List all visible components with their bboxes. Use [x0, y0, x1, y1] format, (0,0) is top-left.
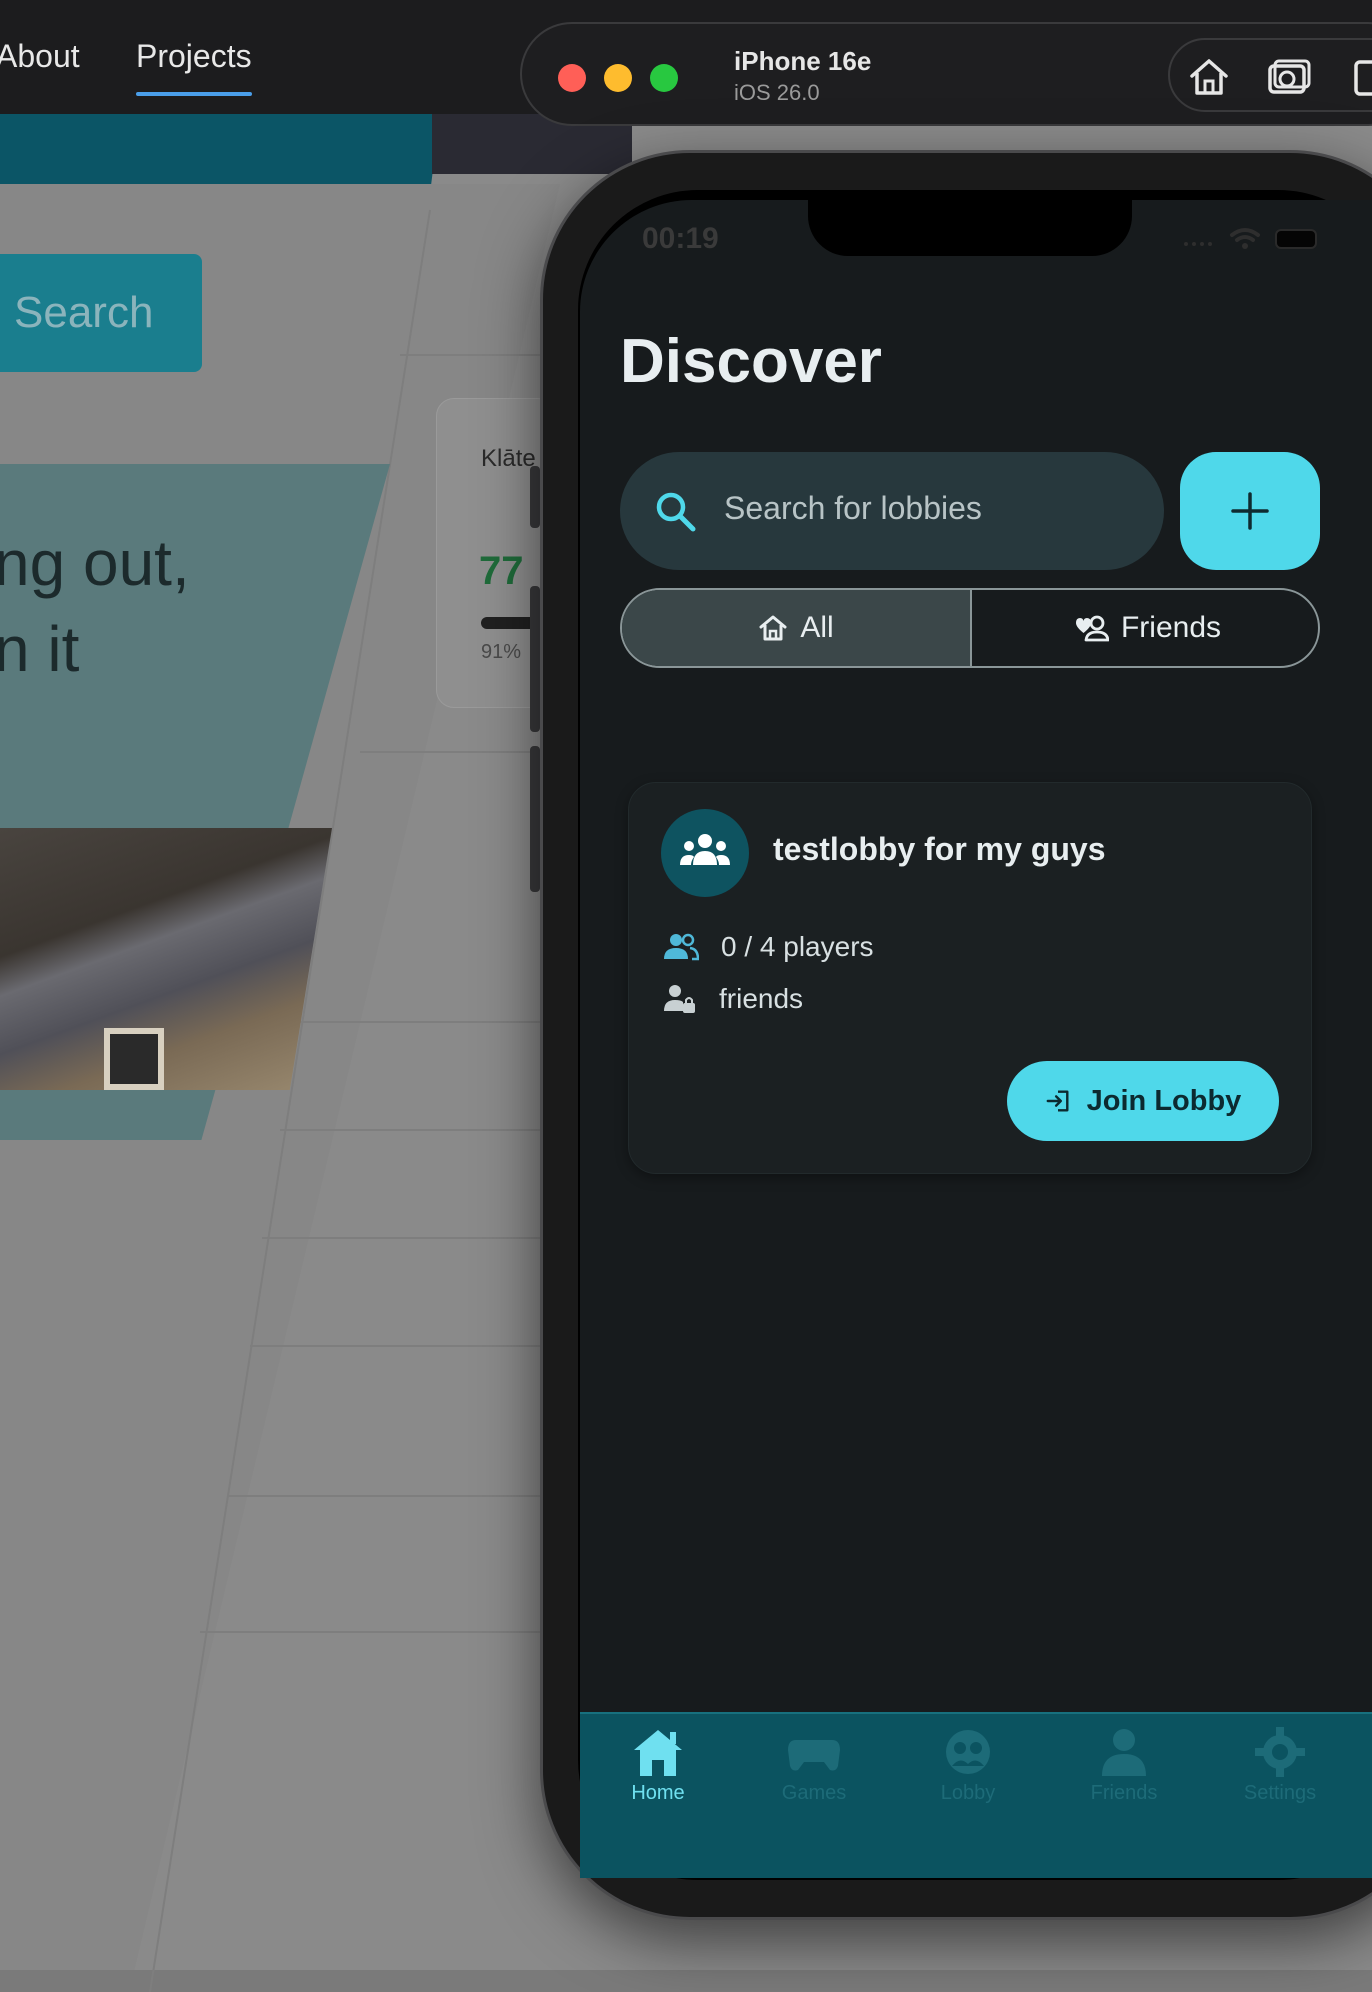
phone-volume-up-button — [530, 586, 540, 732]
wifi-icon — [1230, 228, 1260, 242]
gear-icon — [1255, 1727, 1305, 1777]
lobby-privacy-row: friends — [663, 983, 803, 1015]
tab-home[interactable]: Home — [588, 1726, 728, 1805]
lobby-name: testlobby for my guys — [773, 831, 1106, 867]
gamepad-icon — [788, 1740, 840, 1771]
simulator-tool-group — [1168, 38, 1372, 112]
people-icon — [664, 933, 699, 961]
plus-icon — [1231, 492, 1269, 530]
filter-friends-label: Friends — [1120, 611, 1222, 644]
group-icon — [680, 834, 730, 865]
person-icon — [1102, 1729, 1146, 1776]
window-zoom-button[interactable] — [650, 64, 678, 92]
simulator-toolbar: iPhone 16e iOS 26.0 — [520, 22, 1372, 126]
lobby-privacy: friends — [719, 983, 804, 1014]
status-bar-time: 00:19 — [642, 222, 719, 255]
screenshot-icon[interactable] — [1266, 54, 1312, 100]
add-lobby-button[interactable] — [1180, 452, 1320, 570]
background-house-photo — [0, 828, 332, 1090]
nav-link-about: About — [0, 38, 80, 74]
rotate-icon[interactable] — [1346, 54, 1372, 100]
tab-friends-label: Friends — [1090, 1782, 1158, 1804]
phone-side-button — [530, 466, 540, 528]
tab-settings-label: Settings — [1243, 1782, 1317, 1804]
nav-active-underline — [136, 92, 252, 96]
person-lock-icon — [664, 985, 695, 1013]
login-icon — [1046, 1090, 1069, 1112]
lobby-player-count: 0 / 4 players — [721, 931, 874, 962]
lobby-filter-segmented: All Friends — [620, 588, 1320, 668]
background-search-button: Search — [0, 254, 202, 372]
tab-games-label: Games — [781, 1782, 847, 1804]
stat-card-value: 77 — [479, 549, 524, 593]
lobby-card[interactable]: testlobby for my guys 0 / 4 players frie… — [628, 782, 1312, 1174]
stat-card-label: Klāte — [481, 445, 536, 472]
lobby-player-count-row: 0 / 4 players — [663, 931, 874, 963]
status-icons — [1184, 228, 1317, 249]
phone-volume-down-button — [530, 746, 540, 892]
battery-icon — [1275, 229, 1317, 249]
stat-card-percent: 91% — [481, 641, 522, 663]
tab-lobby-label: Lobby — [940, 1782, 996, 1804]
search-icon — [656, 492, 696, 532]
simulator-device-name: iPhone 16e — [734, 46, 872, 76]
filter-friends-segment[interactable]: Friends — [972, 590, 1318, 666]
home-outline-icon — [759, 615, 787, 641]
house-window — [104, 1028, 164, 1090]
hero-line-2: n it — [0, 613, 80, 685]
search-placeholder: Search for lobbies — [724, 490, 982, 526]
join-lobby-button[interactable]: Join Lobby — [1007, 1061, 1279, 1141]
signal-icon — [1184, 242, 1212, 246]
join-lobby-label: Join Lobby — [1086, 1084, 1242, 1117]
background-hero-text: ng out, n it — [0, 520, 190, 692]
window-close-button[interactable] — [558, 64, 586, 92]
nav-link-projects: Projects — [136, 38, 252, 74]
home-icon[interactable] — [1186, 54, 1232, 100]
friends-heart-icon — [1075, 615, 1109, 642]
lobby-avatar — [661, 809, 749, 897]
home-icon — [634, 1730, 682, 1776]
phone-notch — [808, 190, 1132, 256]
window-minimize-button[interactable] — [604, 64, 632, 92]
filter-all-label: All — [800, 611, 834, 644]
page-title: Discover — [620, 327, 882, 396]
background-header-band — [0, 114, 440, 184]
tab-lobby[interactable]: Lobby — [898, 1726, 1038, 1805]
lobby-icon — [946, 1730, 990, 1774]
tab-games[interactable]: Games — [744, 1726, 884, 1805]
tab-settings[interactable]: Settings — [1210, 1726, 1350, 1805]
tab-home-label: Home — [631, 1782, 685, 1804]
search-input[interactable]: Search for lobbies — [620, 452, 1164, 570]
hero-line-1: ng out, — [0, 527, 190, 599]
filter-all-segment[interactable]: All — [622, 590, 972, 666]
tab-friends[interactable]: Friends — [1054, 1726, 1194, 1805]
simulator-os-version: iOS 26.0 — [734, 80, 820, 105]
